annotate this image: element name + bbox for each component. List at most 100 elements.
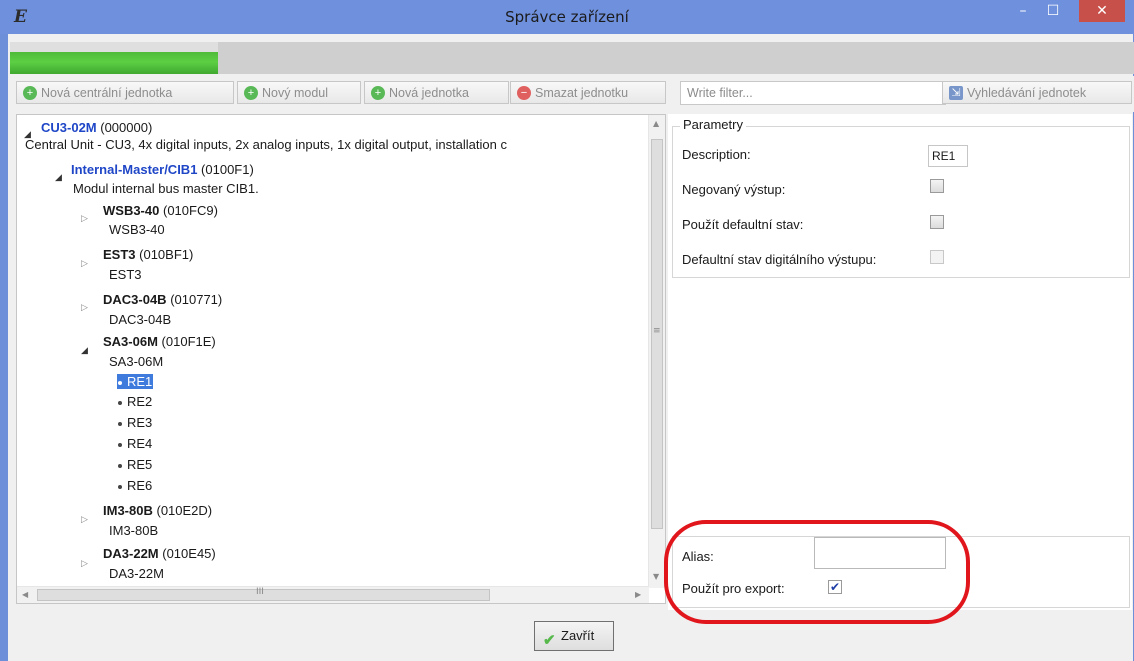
output-label: RE4 (127, 436, 153, 451)
node-code: (010F1E) (161, 334, 216, 349)
maximize-button[interactable]: ☐ (1038, 0, 1068, 22)
node-name: Internal-Master/CIB1 (71, 162, 198, 177)
bullet-icon (118, 463, 122, 468)
new-unit-button[interactable]: + Nová jednotka (364, 81, 509, 104)
close-window-button[interactable]: ✕ (1079, 0, 1125, 22)
node-subtitle: DA3-22M (109, 566, 164, 581)
add-icon: + (244, 86, 258, 100)
node-code: (010BF1) (139, 247, 194, 262)
negated-output-label: Negovaný výstup: (682, 182, 786, 197)
highlight-annotation-ring (664, 520, 970, 624)
grip-icon: ≡ (653, 326, 661, 336)
tree-leaf-output[interactable]: RE5 (118, 456, 152, 473)
selected-output[interactable]: RE1 (117, 374, 154, 389)
tree-node-central-unit[interactable]: CU3-02M (000000) (41, 119, 152, 136)
progress-fill (10, 42, 218, 74)
collapsed-arrow-icon[interactable]: ▷ (81, 259, 88, 269)
bullet-icon (118, 442, 122, 447)
checkmark-icon: ✔ (543, 632, 556, 649)
node-subtitle: WSB3-40 (109, 222, 165, 237)
scroll-up-icon[interactable]: ▲ (653, 119, 659, 128)
search-units-icon: ⇲ (949, 86, 963, 100)
vertical-scrollbar[interactable]: ▲ ≡ ▼ (648, 115, 665, 588)
node-subtitle: IM3-80B (109, 523, 159, 538)
window-title: Správce zařízení (505, 8, 629, 26)
node-code: (0100F1) (201, 162, 254, 177)
expanded-arrow-icon[interactable]: ◢ (81, 346, 88, 356)
vertical-scroll-thumb[interactable]: ≡ (651, 139, 663, 529)
collapsed-arrow-icon[interactable]: ▷ (81, 214, 88, 224)
horizontal-scroll-thumb[interactable]: III (37, 587, 490, 601)
tree-leaf-output[interactable]: RE1 (117, 373, 154, 390)
output-label: RE3 (127, 415, 153, 430)
node-code: (010E45) (162, 546, 216, 561)
bullet-icon (118, 484, 122, 489)
tree-node-module[interactable]: IM3-80B (010E2D) (103, 502, 212, 519)
collapsed-arrow-icon[interactable]: ▷ (81, 515, 88, 525)
node-code: (000000) (100, 120, 153, 135)
new-module-button[interactable]: + Nový modul (237, 81, 361, 104)
output-label: RE2 (127, 394, 153, 409)
tree-leaf-output[interactable]: RE4 (118, 435, 152, 452)
grip-icon: III (256, 587, 264, 597)
tree-leaf-output[interactable]: RE3 (118, 414, 152, 431)
delete-unit-button[interactable]: − Smazat jednotku (510, 81, 666, 104)
node-subtitle: SA3-06M (109, 354, 164, 369)
negated-output-checkbox[interactable] (930, 179, 944, 193)
collapsed-arrow-icon[interactable]: ▷ (81, 303, 88, 313)
node-name: CU3-02M (41, 120, 97, 135)
use-default-state-checkbox[interactable] (930, 215, 944, 229)
remove-icon: − (517, 86, 531, 100)
default-digital-state-label: Defaultní stav digitálního výstupu: (682, 252, 877, 267)
collapsed-arrow-icon[interactable]: ▷ (81, 559, 88, 569)
title-bar[interactable]: E Správce zařízení – ☐ ✕ (0, 0, 1134, 34)
node-name: SA3-06M (103, 334, 158, 349)
horizontal-scrollbar[interactable]: ◀ III ▶ (17, 586, 649, 603)
node-name: IM3-80B (103, 503, 153, 518)
tree-leaf-output[interactable]: RE2 (118, 393, 152, 410)
node-description: Modul internal bus master CIB1. (73, 181, 259, 196)
node-code: (010E2D) (156, 503, 213, 518)
tree-node-module[interactable]: SA3-06M (010F1E) (103, 333, 216, 350)
description-field[interactable]: RE1 (928, 145, 968, 167)
tree-node-master[interactable]: Internal-Master/CIB1 (0100F1) (71, 161, 254, 178)
add-icon: + (23, 86, 37, 100)
node-name: EST3 (103, 247, 136, 262)
tree-node-module[interactable]: WSB3-40 (010FC9) (103, 202, 218, 219)
tree-node-module[interactable]: DAC3-04B (010771) (103, 291, 222, 308)
search-units-label: Vyhledávání jednotek (967, 86, 1087, 100)
bullet-icon (118, 380, 122, 385)
scroll-right-icon[interactable]: ▶ (635, 590, 641, 599)
description-label: Description: (682, 147, 751, 162)
tree-node-module[interactable]: DA3-22M (010E45) (103, 545, 216, 562)
expanded-arrow-icon[interactable]: ◢ (55, 173, 62, 183)
minimize-button[interactable]: – (1009, 0, 1037, 22)
toolbar: + Nová centrální jednotka + Nový modul +… (10, 76, 1134, 112)
tree-leaf-output[interactable]: RE6 (118, 477, 152, 494)
node-name: DAC3-04B (103, 292, 167, 307)
parameters-group-title: Parametry (680, 117, 746, 132)
close-button[interactable]: ✔ Zavřít (534, 621, 614, 651)
add-icon: + (371, 86, 385, 100)
node-code: (010FC9) (162, 203, 218, 218)
bullet-icon (118, 400, 122, 405)
node-subtitle: DAC3-04B (109, 312, 172, 327)
device-tree[interactable]: ◢ CU3-02M (000000) Central Unit - CU3, 4… (16, 114, 666, 604)
node-name: DA3-22M (103, 546, 159, 561)
new-central-unit-button[interactable]: + Nová centrální jednotka (16, 81, 234, 104)
tree-node-module[interactable]: EST3 (010BF1) (103, 246, 193, 263)
use-default-state-label: Použít defaultní stav: (682, 217, 804, 232)
default-digital-state-checkbox[interactable] (930, 250, 944, 264)
node-code: (010771) (170, 292, 223, 307)
filter-input[interactable]: Write filter... (680, 81, 946, 105)
output-label: RE6 (127, 478, 153, 493)
delete-unit-label: Smazat jednotku (535, 86, 629, 100)
new-unit-label: Nová jednotka (389, 86, 469, 100)
new-module-label: Nový modul (262, 86, 328, 100)
scroll-down-icon[interactable]: ▼ (653, 572, 659, 581)
scroll-left-icon[interactable]: ◀ (22, 590, 28, 599)
close-button-label: Zavřít (561, 628, 595, 643)
output-label: RE1 (127, 374, 153, 389)
node-name: WSB3-40 (103, 203, 160, 218)
search-units-button[interactable]: ⇲ Vyhledávání jednotek (942, 81, 1132, 104)
